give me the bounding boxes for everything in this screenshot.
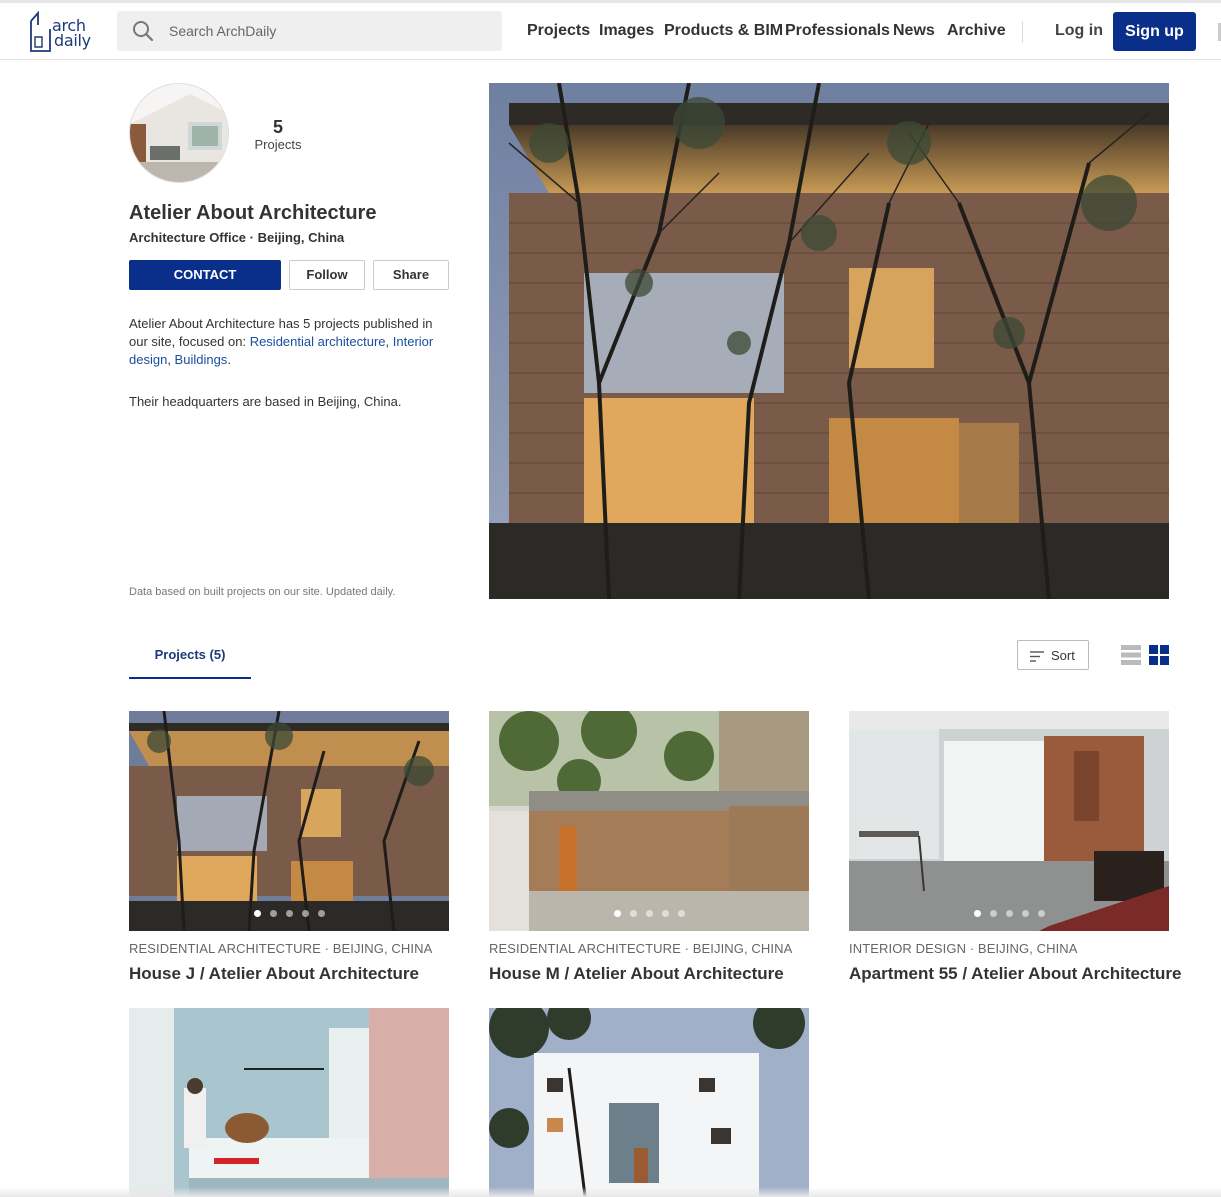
- project-category[interactable]: INTERIOR DESIGN · BEIJING, CHINA: [849, 941, 1078, 956]
- nav-divider: [1022, 21, 1023, 43]
- signup-button[interactable]: Sign up: [1113, 12, 1196, 51]
- project-thumbnail[interactable]: [129, 711, 449, 931]
- logo-text-daily: daily: [54, 31, 91, 50]
- focus-link-residential[interactable]: Residential architecture: [250, 334, 386, 349]
- logo-mark-icon: [30, 11, 51, 52]
- avatar-image: [130, 84, 228, 182]
- nav-images[interactable]: Images: [599, 22, 654, 40]
- projects-count: 5 Projects: [248, 117, 308, 152]
- page-bottom-shadow: [0, 1187, 1221, 1197]
- sort-label: Sort: [1051, 648, 1075, 663]
- carousel-dots: [489, 910, 809, 920]
- project-photo: [849, 711, 1169, 931]
- search-bar[interactable]: Search ArchDaily: [117, 11, 502, 51]
- carousel-dot[interactable]: [286, 910, 293, 917]
- sort-icon: [1030, 651, 1044, 662]
- carousel-dot[interactable]: [678, 910, 685, 917]
- project-title[interactable]: House M / Atelier About Architecture: [489, 964, 784, 984]
- carousel-dot[interactable]: [302, 910, 309, 917]
- project-photo: [129, 711, 449, 931]
- carousel-dots: [129, 910, 449, 920]
- office-subtitle: Architecture Office · Beijing, China: [129, 230, 345, 245]
- project-photo: [489, 711, 809, 931]
- share-button[interactable]: Share: [373, 260, 449, 290]
- carousel-dot[interactable]: [974, 910, 981, 917]
- follow-button[interactable]: Follow: [289, 260, 365, 290]
- project-thumbnail[interactable]: [849, 711, 1169, 931]
- carousel-dot[interactable]: [1022, 910, 1029, 917]
- project-photo: [489, 1008, 809, 1197]
- nav-projects[interactable]: Projects: [527, 22, 590, 40]
- nav-products-bim[interactable]: Products & BIM: [664, 22, 783, 40]
- project-category[interactable]: RESIDENTIAL ARCHITECTURE · BEIJING, CHIN…: [489, 941, 792, 956]
- archdaily-logo[interactable]: arch daily: [28, 11, 98, 53]
- contact-button[interactable]: CONTACT: [129, 260, 281, 290]
- grid-view-icon[interactable]: [1149, 645, 1169, 665]
- hero-image[interactable]: [489, 83, 1169, 599]
- project-photo: [129, 1008, 449, 1197]
- search-icon: [133, 21, 154, 42]
- nav-news[interactable]: News: [893, 22, 935, 40]
- carousel-dot[interactable]: [662, 910, 669, 917]
- sort-button[interactable]: Sort: [1017, 640, 1089, 670]
- project-thumbnail[interactable]: [489, 711, 809, 931]
- carousel-dot[interactable]: [646, 910, 653, 917]
- headquarters-text: Their headquarters are based in Beijing,…: [129, 394, 402, 409]
- project-title[interactable]: House J / Atelier About Architecture: [129, 964, 419, 984]
- carousel-dot[interactable]: [254, 910, 261, 917]
- list-view-icon[interactable]: [1121, 645, 1141, 665]
- projects-count-number: 5: [272, 117, 283, 137]
- projects-count-label: Projects: [254, 137, 302, 152]
- office-name: Atelier About Architecture: [129, 202, 377, 224]
- office-avatar[interactable]: [129, 83, 229, 183]
- carousel-dot[interactable]: [990, 910, 997, 917]
- data-note: Data based on built projects on our site…: [129, 586, 396, 598]
- nav-professionals[interactable]: Professionals: [785, 22, 890, 40]
- carousel-dot[interactable]: [270, 910, 277, 917]
- carousel-dot[interactable]: [1038, 910, 1045, 917]
- project-category[interactable]: RESIDENTIAL ARCHITECTURE · BEIJING, CHIN…: [129, 941, 432, 956]
- site-header: arch daily Search ArchDaily Projects Ima…: [0, 3, 1221, 60]
- project-title[interactable]: Apartment 55 / Atelier About Architectur…: [849, 964, 1182, 984]
- project-thumbnail[interactable]: [129, 1008, 449, 1197]
- hero-photo: [489, 83, 1169, 599]
- carousel-dots: [849, 910, 1169, 920]
- office-description: Atelier About Architecture has 5 project…: [129, 316, 434, 367]
- carousel-dot[interactable]: [1006, 910, 1013, 917]
- carousel-dot[interactable]: [630, 910, 637, 917]
- tab-projects[interactable]: Projects (5): [129, 647, 251, 679]
- focus-link-buildings[interactable]: Buildings: [175, 352, 228, 367]
- project-thumbnail[interactable]: [489, 1008, 809, 1197]
- nav-archive[interactable]: Archive: [947, 22, 1006, 40]
- search-input[interactable]: Search ArchDaily: [169, 23, 276, 39]
- carousel-dot[interactable]: [614, 910, 621, 917]
- carousel-dot[interactable]: [318, 910, 325, 917]
- login-link[interactable]: Log in: [1055, 22, 1103, 40]
